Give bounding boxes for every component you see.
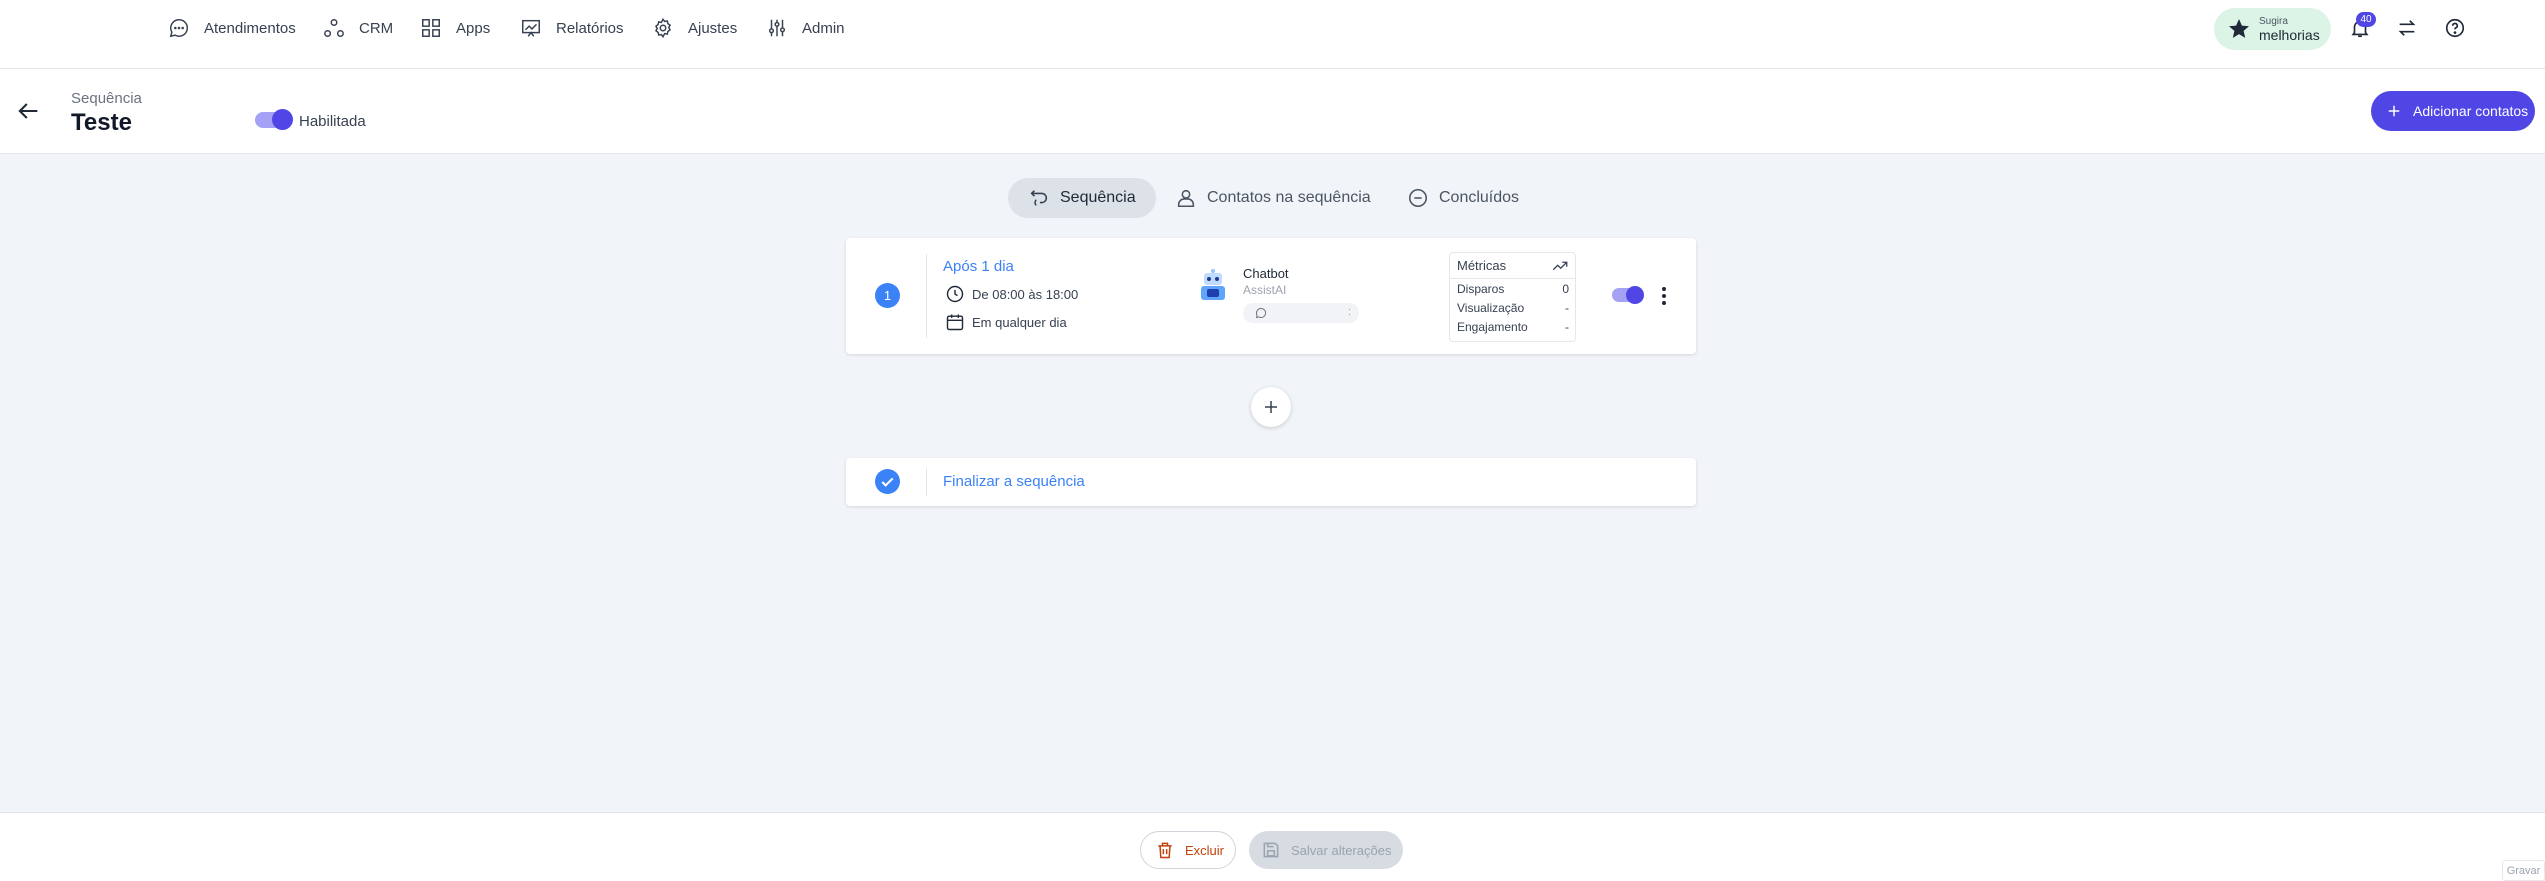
suggest-text: Sugira melhorias bbox=[2259, 16, 2320, 43]
suggest-line2: melhorias bbox=[2259, 26, 2320, 43]
nav-crm[interactable]: CRM bbox=[323, 16, 393, 40]
gear-icon bbox=[654, 17, 672, 39]
enabled-label: Habilitada bbox=[299, 113, 366, 130]
plus-icon bbox=[2388, 105, 2400, 117]
record-button[interactable]: Gravar bbox=[2502, 860, 2545, 881]
page-title: Teste bbox=[71, 109, 132, 136]
tab-label: Concluídos bbox=[1439, 189, 1520, 206]
chatbot-avatar-icon bbox=[1201, 269, 1225, 300]
check-circle-icon bbox=[875, 469, 900, 494]
metric-label: Engajamento bbox=[1457, 319, 1528, 334]
bot-subtitle: AssistAI bbox=[1243, 283, 1287, 297]
page-header: Sequência Teste Habilitada Adicionar con… bbox=[0, 69, 2545, 154]
nav-atendimentos[interactable]: Atendimentos bbox=[168, 16, 296, 40]
step-time-range: De 08:00 às 18:00 bbox=[945, 284, 1078, 304]
metric-label: Visualização bbox=[1457, 300, 1525, 315]
step-title-link[interactable]: Após 1 dia bbox=[943, 258, 1014, 275]
more-options-icon[interactable] bbox=[1656, 284, 1672, 308]
channel-suffix: : bbox=[1347, 306, 1351, 318]
metric-value: 0 bbox=[1562, 281, 1569, 296]
channel-pill: : bbox=[1243, 303, 1359, 323]
sequence-step-card[interactable]: 1 Após 1 dia De 08:00 às 18:00 Em qualqu… bbox=[846, 238, 1696, 354]
metric-row: Disparos 0 bbox=[1450, 279, 1575, 298]
swap-arrows-icon bbox=[2398, 20, 2416, 36]
metric-value: - bbox=[1565, 300, 1569, 315]
help-button[interactable] bbox=[2441, 14, 2469, 42]
tab-concluidos[interactable]: Concluídos bbox=[1407, 178, 1519, 218]
plus-icon bbox=[1265, 401, 1277, 413]
metric-value: - bbox=[1565, 319, 1569, 334]
tab-label: Contatos na sequência bbox=[1207, 189, 1371, 206]
page-subtitle: Sequência bbox=[71, 90, 142, 107]
nav-label: Admin bbox=[802, 19, 845, 37]
nav-label: Atendimentos bbox=[204, 19, 296, 37]
metrics-box: Métricas Disparos 0 Visualização - Engajam… bbox=[1449, 252, 1576, 342]
step-number: 1 bbox=[875, 283, 900, 308]
nav-label: Ajustes bbox=[688, 19, 738, 37]
nav-label: CRM bbox=[359, 19, 394, 37]
save-changes-label: Salvar alterações bbox=[1291, 842, 1392, 858]
tab-sequencia[interactable]: Sequência bbox=[1008, 178, 1156, 218]
user-icon bbox=[1177, 189, 1195, 208]
notifications-badge: 40 bbox=[2356, 12, 2376, 27]
whatsapp-icon bbox=[1255, 307, 1267, 319]
chat-bubble-icon bbox=[169, 19, 189, 38]
divider bbox=[926, 254, 927, 338]
finish-sequence-link[interactable]: Finalizar a sequência bbox=[943, 473, 1085, 490]
nav-label: Apps bbox=[456, 19, 491, 37]
delete-label: Excluir bbox=[1185, 842, 1225, 858]
clock-icon bbox=[946, 285, 964, 303]
nav-ajustes[interactable]: Ajustes bbox=[652, 16, 737, 40]
nav-admin[interactable]: Admin bbox=[766, 16, 845, 40]
tab-label: Sequência bbox=[1060, 189, 1136, 206]
report-chart-icon bbox=[522, 19, 540, 37]
loop-arrows-icon bbox=[1030, 190, 1048, 206]
time-range-text: De 08:00 às 18:00 bbox=[972, 286, 1079, 302]
switch-account-button[interactable] bbox=[2393, 14, 2421, 42]
tab-contatos-na-sequencia[interactable]: Contatos na sequência bbox=[1175, 178, 1371, 218]
nav-relatorios[interactable]: Relatórios bbox=[520, 16, 624, 40]
metric-label: Disparos bbox=[1457, 281, 1505, 296]
save-changes-button[interactable]: Salvar alterações bbox=[1249, 831, 1403, 869]
enabled-toggle[interactable] bbox=[255, 109, 293, 130]
trend-line-icon[interactable] bbox=[1551, 257, 1569, 275]
footer-bar: Excluir Salvar alterações bbox=[0, 812, 2545, 881]
nav-label: Relatórios bbox=[556, 19, 624, 37]
delete-button[interactable]: Excluir bbox=[1140, 831, 1236, 869]
step-days: Em qualquer dia bbox=[945, 312, 1067, 332]
apps-grid-icon bbox=[422, 19, 440, 37]
add-contacts-label: Adicionar contatos bbox=[2413, 103, 2529, 119]
days-text: Em qualquer dia bbox=[972, 314, 1067, 330]
help-circle-icon bbox=[2445, 18, 2465, 38]
top-navigation: Atendimentos CRM Apps Relatórios Ajustes… bbox=[0, 0, 2545, 69]
back-arrow-icon[interactable] bbox=[14, 97, 42, 125]
bot-name: Chatbot bbox=[1243, 266, 1289, 281]
minus-circle-icon bbox=[1408, 188, 1428, 208]
star-icon bbox=[2229, 19, 2249, 38]
sliders-icon bbox=[768, 19, 786, 37]
toggle-knob bbox=[272, 109, 293, 130]
toggle-knob bbox=[1626, 286, 1644, 304]
add-step-button[interactable] bbox=[1251, 387, 1291, 427]
save-disk-icon bbox=[1263, 842, 1279, 858]
calendar-icon bbox=[946, 314, 964, 331]
metrics-title: Métricas bbox=[1457, 258, 1507, 273]
trash-icon bbox=[1158, 842, 1172, 859]
metric-row: Engajamento - bbox=[1450, 317, 1575, 336]
suggest-line1: Sugira bbox=[2259, 15, 2288, 27]
metrics-header: Métricas bbox=[1450, 253, 1575, 279]
step-enabled-toggle[interactable] bbox=[1612, 286, 1644, 304]
add-contacts-button[interactable]: Adicionar contatos bbox=[2371, 91, 2535, 131]
nav-apps[interactable]: Apps bbox=[420, 16, 490, 40]
suggest-improvements-button[interactable]: Sugira melhorias bbox=[2214, 8, 2331, 50]
metric-row: Visualização - bbox=[1450, 298, 1575, 317]
divider bbox=[926, 468, 927, 496]
finish-sequence-card[interactable]: Finalizar a sequência bbox=[846, 458, 1696, 506]
crm-nodes-icon bbox=[324, 19, 344, 37]
